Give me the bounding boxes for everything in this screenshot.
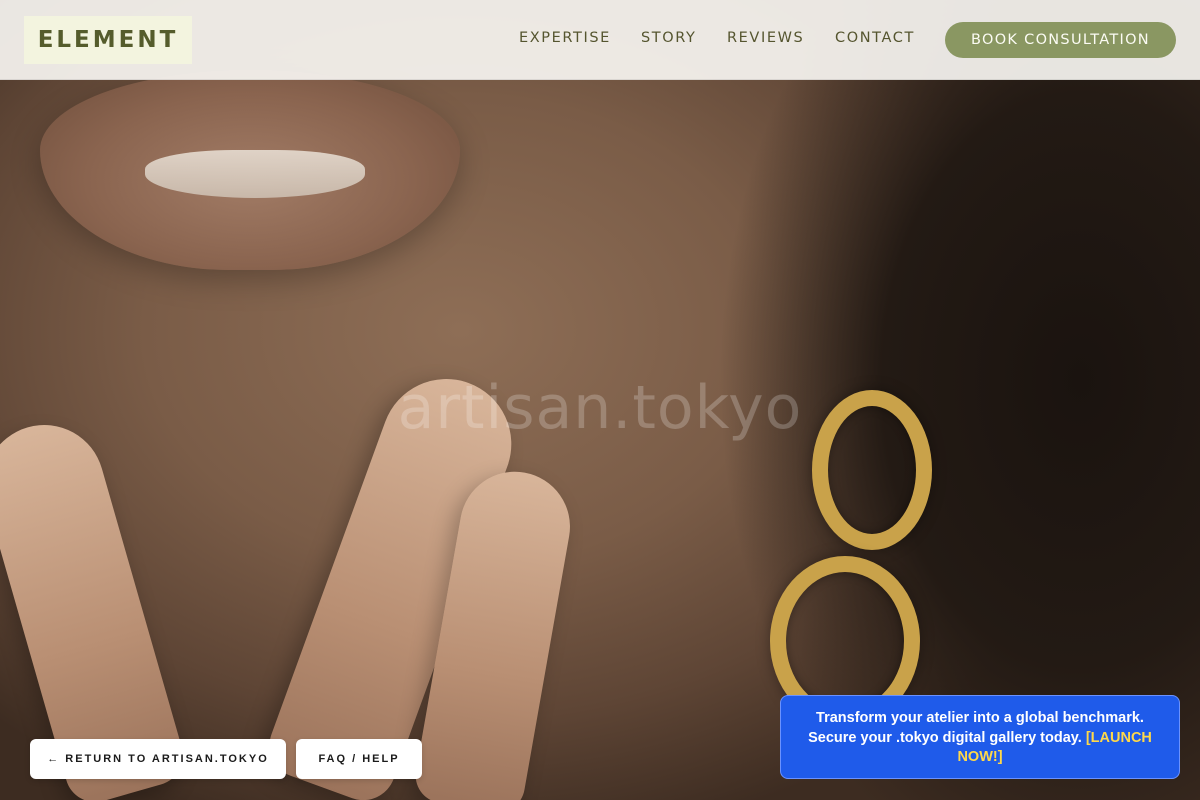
site-logo[interactable]: ELEMENT [24,16,192,64]
hero-teeth-shape [145,150,365,198]
return-to-artisan-button[interactable]: ← RETURN TO ARTISAN.TOKYO [30,739,286,779]
nav-link-expertise[interactable]: EXPERTISE [519,30,611,46]
site-header: ELEMENT EXPERTISE STORY REVIEWS CONTACT … [0,0,1200,80]
promo-banner[interactable]: Transform your atelier into a global ben… [780,695,1180,779]
hero-watermark: artisan.tokyo [397,373,803,443]
nav-link-reviews[interactable]: REVIEWS [727,30,804,46]
promo-line-1: Transform your atelier into a global ben… [816,710,1144,726]
book-consultation-button[interactable]: BOOK CONSULTATION [945,22,1176,58]
promo-line-2: Secure your .tokyo digital gallery today… [803,729,1157,768]
promo-line-2-text: Secure your .tokyo digital gallery today… [808,729,1082,746]
faq-help-button[interactable]: FAQ / HELP [296,739,422,779]
nav-link-story[interactable]: STORY [641,30,696,46]
nav-link-contact[interactable]: CONTACT [835,30,915,46]
